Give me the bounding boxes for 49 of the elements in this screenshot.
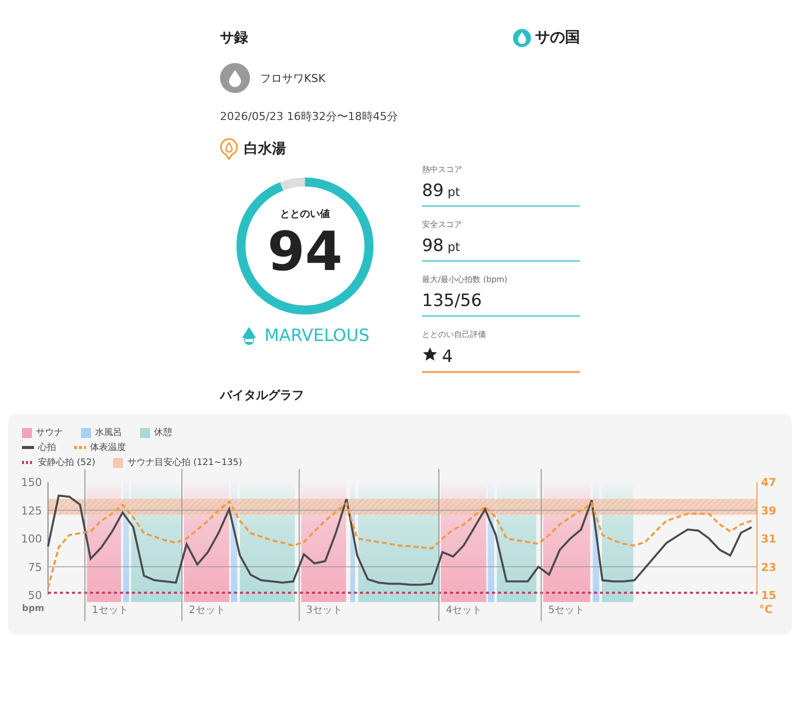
section-title: バイタルグラフ xyxy=(220,387,305,404)
user-name: フロサワKSK xyxy=(260,70,326,86)
y-axis-unit: bpm xyxy=(22,604,44,614)
y-axis-tick: 39 xyxy=(761,504,776,518)
stat-label: 最大/最小心拍数 (bpm) xyxy=(422,274,508,285)
set-label: 5セット xyxy=(548,605,585,616)
stat-unit: pt xyxy=(448,240,460,254)
stat-unit: pt xyxy=(448,185,460,199)
user-avatar xyxy=(220,63,250,93)
stat-value: 4 xyxy=(442,347,453,367)
legend-dash-icon xyxy=(74,446,86,449)
y-axis-tick: 75 xyxy=(28,560,42,574)
score-value: 94 xyxy=(267,225,343,279)
legend-label: 水風呂 xyxy=(95,426,122,439)
set-label: 1セット xyxy=(92,605,128,616)
y-axis-tick: 150 xyxy=(21,476,42,489)
star-icon xyxy=(422,346,438,362)
legend-label: サウナ目安心拍 (121~135) xyxy=(127,456,242,469)
legend-label: 安静心拍 (52) xyxy=(38,456,96,469)
stat-label: ととのい自己評価 xyxy=(422,329,487,340)
y-axis-tick: 23 xyxy=(761,560,776,574)
facility-name: 白水湯 xyxy=(244,140,286,158)
stat-value: 89 xyxy=(422,181,444,201)
set-label: 2セット xyxy=(188,605,226,616)
set-label: 4セット xyxy=(446,605,482,616)
y-axis-tick: 50 xyxy=(28,589,42,602)
sauna-hat-icon xyxy=(240,326,258,346)
stat-label: 安全スコア xyxy=(422,219,463,230)
stat-value: 135/56 xyxy=(422,291,482,311)
stat-value: 98 xyxy=(422,236,444,256)
y-axis-tick: 47 xyxy=(761,476,776,489)
page-title: サ録 xyxy=(220,28,248,46)
drop-logo-icon xyxy=(513,28,531,46)
stat-label: 熱中スコア xyxy=(422,164,463,175)
legend-label: 心拍 xyxy=(38,442,56,454)
y-axis-tick: 125 xyxy=(21,504,42,518)
score-rank: MARVELOUS xyxy=(264,326,370,346)
y-axis-tick: 31 xyxy=(761,532,776,546)
legend-label: 休憩 xyxy=(154,426,172,439)
set-label: 3セット xyxy=(306,605,343,616)
y-axis-unit: °C xyxy=(759,603,773,616)
session-datetime: 2026/05/23 16時32分〜18時45分 xyxy=(220,109,399,124)
y-axis-tick: 15 xyxy=(761,589,776,602)
legend-label: サウナ xyxy=(36,427,63,439)
score-label: ととのい値 xyxy=(280,208,330,221)
legend-label: 体表温度 xyxy=(90,442,126,454)
location-pin-icon xyxy=(220,138,238,160)
y-axis-tick: 100 xyxy=(21,532,42,546)
logo-text: サの国 xyxy=(535,28,580,47)
